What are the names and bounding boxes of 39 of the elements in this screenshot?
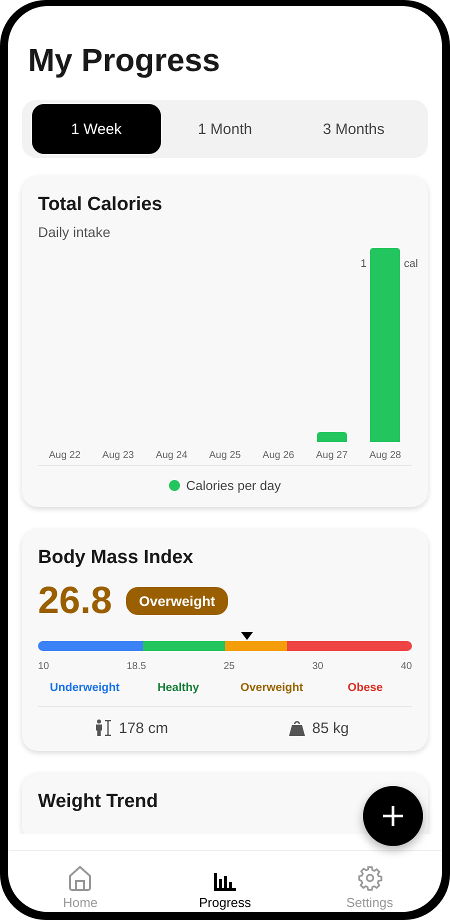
card-subtitle: Daily intake: [38, 224, 112, 240]
scale-tick-label: 18.5: [126, 661, 146, 672]
bmi-category-label: Underweight: [48, 682, 121, 694]
plus-icon: [381, 804, 405, 828]
height-value: 178 cm: [118, 720, 168, 736]
bmi-category-label: Healthy: [156, 682, 200, 694]
bar-value-label: cal: [404, 258, 418, 270]
scale-tick-label: 40: [400, 661, 412, 672]
scale-tick-label: 30: [312, 661, 324, 672]
bmi-value: 26.8: [38, 579, 112, 623]
axis-label: Aug 27: [316, 450, 348, 461]
bar-chart-icon: [214, 873, 236, 891]
scale-tick-label: 10: [38, 661, 50, 672]
bmi-category-badge: Overweight: [126, 587, 228, 615]
card-title: Body Mass Index: [38, 547, 194, 569]
axis-label: Aug 23: [102, 450, 134, 461]
legend-label: Calories per day: [186, 478, 281, 493]
axis-label: Aug 25: [209, 450, 241, 461]
scale-tick-label: 25: [224, 661, 235, 672]
range-tab[interactable]: 3 Months: [289, 104, 418, 154]
nav-tab[interactable]: Progress: [152, 851, 298, 912]
axis-label: Aug 26: [262, 450, 294, 461]
weight-value: 85 kg: [312, 720, 349, 736]
axis-label: Aug 22: [48, 450, 81, 461]
axis-label: Aug 24: [156, 450, 188, 461]
axis-label: Aug 28: [369, 450, 402, 461]
bmi-category-label: Obese: [346, 682, 384, 694]
settings-icon: [356, 865, 383, 891]
screen-title: My Progress: [28, 41, 222, 80]
card-title: Weight Trend: [38, 791, 159, 813]
card-title: Total Calories: [38, 194, 164, 216]
height-icon: [94, 719, 113, 737]
bmi-category-label: Overweight: [239, 682, 304, 694]
range-tab[interactable]: 1 Month: [160, 104, 290, 154]
range-tab[interactable]: 1 Week: [32, 104, 161, 154]
home-icon: [68, 865, 92, 891]
bar-value-label: 1: [360, 258, 367, 270]
weight-icon: [288, 720, 306, 736]
chart-bar: [316, 432, 347, 442]
